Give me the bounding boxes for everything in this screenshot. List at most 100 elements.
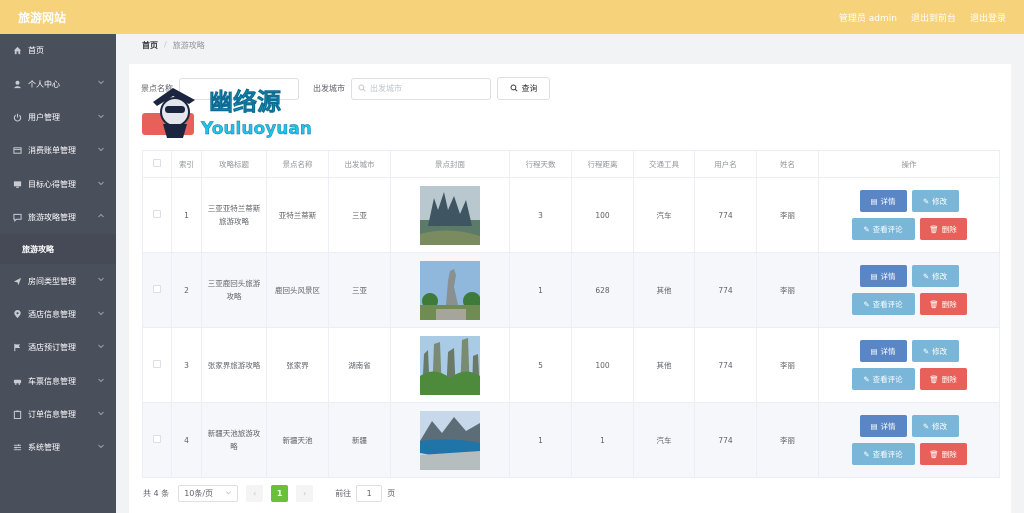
sidebar-item-guides[interactable]: 旅游攻略管理	[0, 201, 116, 234]
cell-days: 5	[509, 327, 572, 403]
content-card: 景点名称 出发城市 查询 幽络源 Youluoyuan	[129, 64, 1011, 513]
spot-cover-image	[420, 260, 480, 320]
cell-spot: 新疆天池	[266, 402, 329, 478]
chevron-down-icon	[97, 342, 105, 350]
next-page-button[interactable]: ›	[296, 485, 314, 502]
edit-label: 修改	[932, 421, 948, 431]
detail-button[interactable]: ▤ 详情	[859, 340, 907, 362]
departure-city-input[interactable]	[351, 77, 491, 100]
header-checkbox-cell[interactable]	[142, 150, 172, 178]
sidebar-item-profile[interactable]: 个人中心	[0, 67, 116, 100]
select-all-checkbox[interactable]	[153, 159, 161, 167]
sidebar-item-system[interactable]: 系统管理	[0, 431, 116, 464]
sidebar-item-bookings[interactable]: 酒店预订管理	[0, 331, 116, 364]
breadcrumb: 首页 / 旅游攻略	[142, 40, 205, 51]
comment-label: 查看评论	[872, 449, 903, 459]
logout-link[interactable]: 退出登录	[970, 11, 1006, 24]
cell-actions: ▤ 详情 ✎ 修改 ✎ 查看评论 🗑 删除	[818, 402, 1000, 478]
home-icon	[12, 46, 22, 56]
pencil-icon: ✎	[863, 224, 870, 234]
page-number-current[interactable]: 1	[271, 485, 289, 502]
table-row: 3 张家界旅游攻略 张家界 湖南省 5 100 其他 774 李丽 ▤ 详情 ✎…	[142, 327, 1000, 403]
sidebar-subitem-guides[interactable]: 旅游攻略	[0, 234, 116, 265]
detail-button[interactable]: ▤ 详情	[859, 415, 907, 437]
table-row: 2 三亚鹿回头旅游攻略 鹿回头风景区 三亚 1 628 其他 774 李丽 ▤ …	[142, 252, 1000, 328]
edit-label: 修改	[932, 346, 948, 356]
sidebar-item-label: 房间类型管理	[28, 276, 76, 286]
sidebar-item-label: 订单信息管理	[28, 410, 76, 420]
sidebar-item-bills[interactable]: 消费账单管理	[0, 134, 116, 167]
search-icon	[510, 84, 518, 94]
cell-title: 新疆天池旅游攻略	[201, 402, 267, 478]
sidebar-item-label: 酒店信息管理	[28, 309, 76, 319]
page-size-value: 10条/页	[184, 489, 214, 498]
row-checkbox-cell[interactable]	[142, 327, 172, 403]
cell-actions: ▤ 详情 ✎ 修改 ✎ 查看评论 🗑 删除	[818, 177, 1000, 253]
row-checkbox[interactable]	[153, 434, 161, 443]
cell-title: 三亚鹿回头旅游攻略	[201, 252, 267, 328]
sidebar-item-room-types[interactable]: 房间类型管理	[0, 264, 116, 297]
detail-label: 详情	[880, 346, 896, 356]
trash-icon: 🗑	[929, 374, 939, 384]
cell-cover	[390, 177, 510, 253]
detail-button[interactable]: ▤ 详情	[859, 265, 907, 287]
query-button[interactable]: 查询	[497, 77, 550, 100]
chevron-down-icon	[97, 442, 105, 450]
breadcrumb-home[interactable]: 首页	[142, 40, 158, 51]
sidebar-item-home[interactable]: 首页	[0, 34, 116, 67]
sidebar-item-hotels[interactable]: 酒店信息管理	[0, 298, 116, 331]
cell-transport: 其他	[633, 252, 695, 328]
cell-city: 三亚	[328, 177, 391, 253]
spot-cover-image	[420, 410, 480, 470]
page-size-select[interactable]: 10条/页	[178, 485, 239, 502]
column-header: 行程距离	[571, 150, 634, 178]
row-checkbox[interactable]	[153, 359, 161, 368]
document-icon: ▤	[870, 271, 878, 281]
row-checkbox[interactable]	[153, 209, 161, 218]
sidebar-item-label: 首页	[28, 46, 44, 56]
exit-to-front-link[interactable]: 退出到前台	[911, 11, 956, 24]
edit-button[interactable]: ✎ 修改	[911, 190, 959, 212]
table-row: 1 三亚亚特兰蒂斯旅游攻略 亚特兰蒂斯 三亚 3 100 汽车 774 李丽 ▤…	[142, 177, 1000, 253]
row-checkbox-cell[interactable]	[142, 177, 172, 253]
comment-label: 查看评论	[872, 299, 903, 309]
chevron-up-icon	[97, 212, 105, 220]
sidebar-item-orders[interactable]: 订单信息管理	[0, 398, 116, 431]
sidebar-item-tickets[interactable]: 车票信息管理	[0, 365, 116, 398]
goto-page-input[interactable]	[356, 485, 383, 502]
row-checkbox-cell[interactable]	[142, 402, 172, 478]
sidebar-item-users[interactable]: 用户管理	[0, 101, 116, 134]
column-header: 操作	[818, 150, 1000, 178]
edit-button[interactable]: ✎ 修改	[911, 265, 959, 287]
watermark-mascot-icon	[153, 88, 195, 138]
departure-city-field[interactable]	[370, 84, 480, 93]
edit-button[interactable]: ✎ 修改	[911, 340, 959, 362]
cell-username: 774	[694, 402, 757, 478]
view-comments-button[interactable]: ✎ 查看评论	[851, 368, 915, 390]
sidebar-item-label: 车票信息管理	[28, 376, 76, 386]
detail-button[interactable]: ▤ 详情	[859, 190, 907, 212]
car-icon	[12, 376, 22, 386]
view-comments-button[interactable]: ✎ 查看评论	[851, 443, 915, 465]
delete-label: 删除	[941, 299, 957, 309]
watermark-logo: 幽络源 Youluoyuan	[153, 88, 312, 139]
sidebar-item-goals[interactable]: 目标心得管理	[0, 168, 116, 201]
delete-button[interactable]: 🗑 删除	[919, 368, 967, 390]
row-checkbox[interactable]	[153, 284, 161, 293]
delete-button[interactable]: 🗑 删除	[919, 218, 967, 240]
view-comments-button[interactable]: ✎ 查看评论	[851, 218, 915, 240]
prev-page-button[interactable]: ‹	[246, 485, 264, 502]
edit-button[interactable]: ✎ 修改	[911, 415, 959, 437]
delete-button[interactable]: 🗑 删除	[919, 293, 967, 315]
delete-label: 删除	[941, 224, 957, 234]
chevron-down-icon	[97, 145, 105, 153]
view-comments-button[interactable]: ✎ 查看评论	[851, 293, 915, 315]
sidebar-item-label: 用户管理	[28, 112, 60, 122]
cell-distance: 1	[571, 402, 634, 478]
chevron-down-icon	[97, 275, 105, 283]
row-checkbox-cell[interactable]	[142, 252, 172, 328]
goto-prefix: 前往	[335, 489, 352, 498]
cell-city: 湖南省	[328, 327, 391, 403]
delete-button[interactable]: 🗑 删除	[919, 443, 967, 465]
breadcrumb-current: 旅游攻略	[172, 41, 205, 50]
